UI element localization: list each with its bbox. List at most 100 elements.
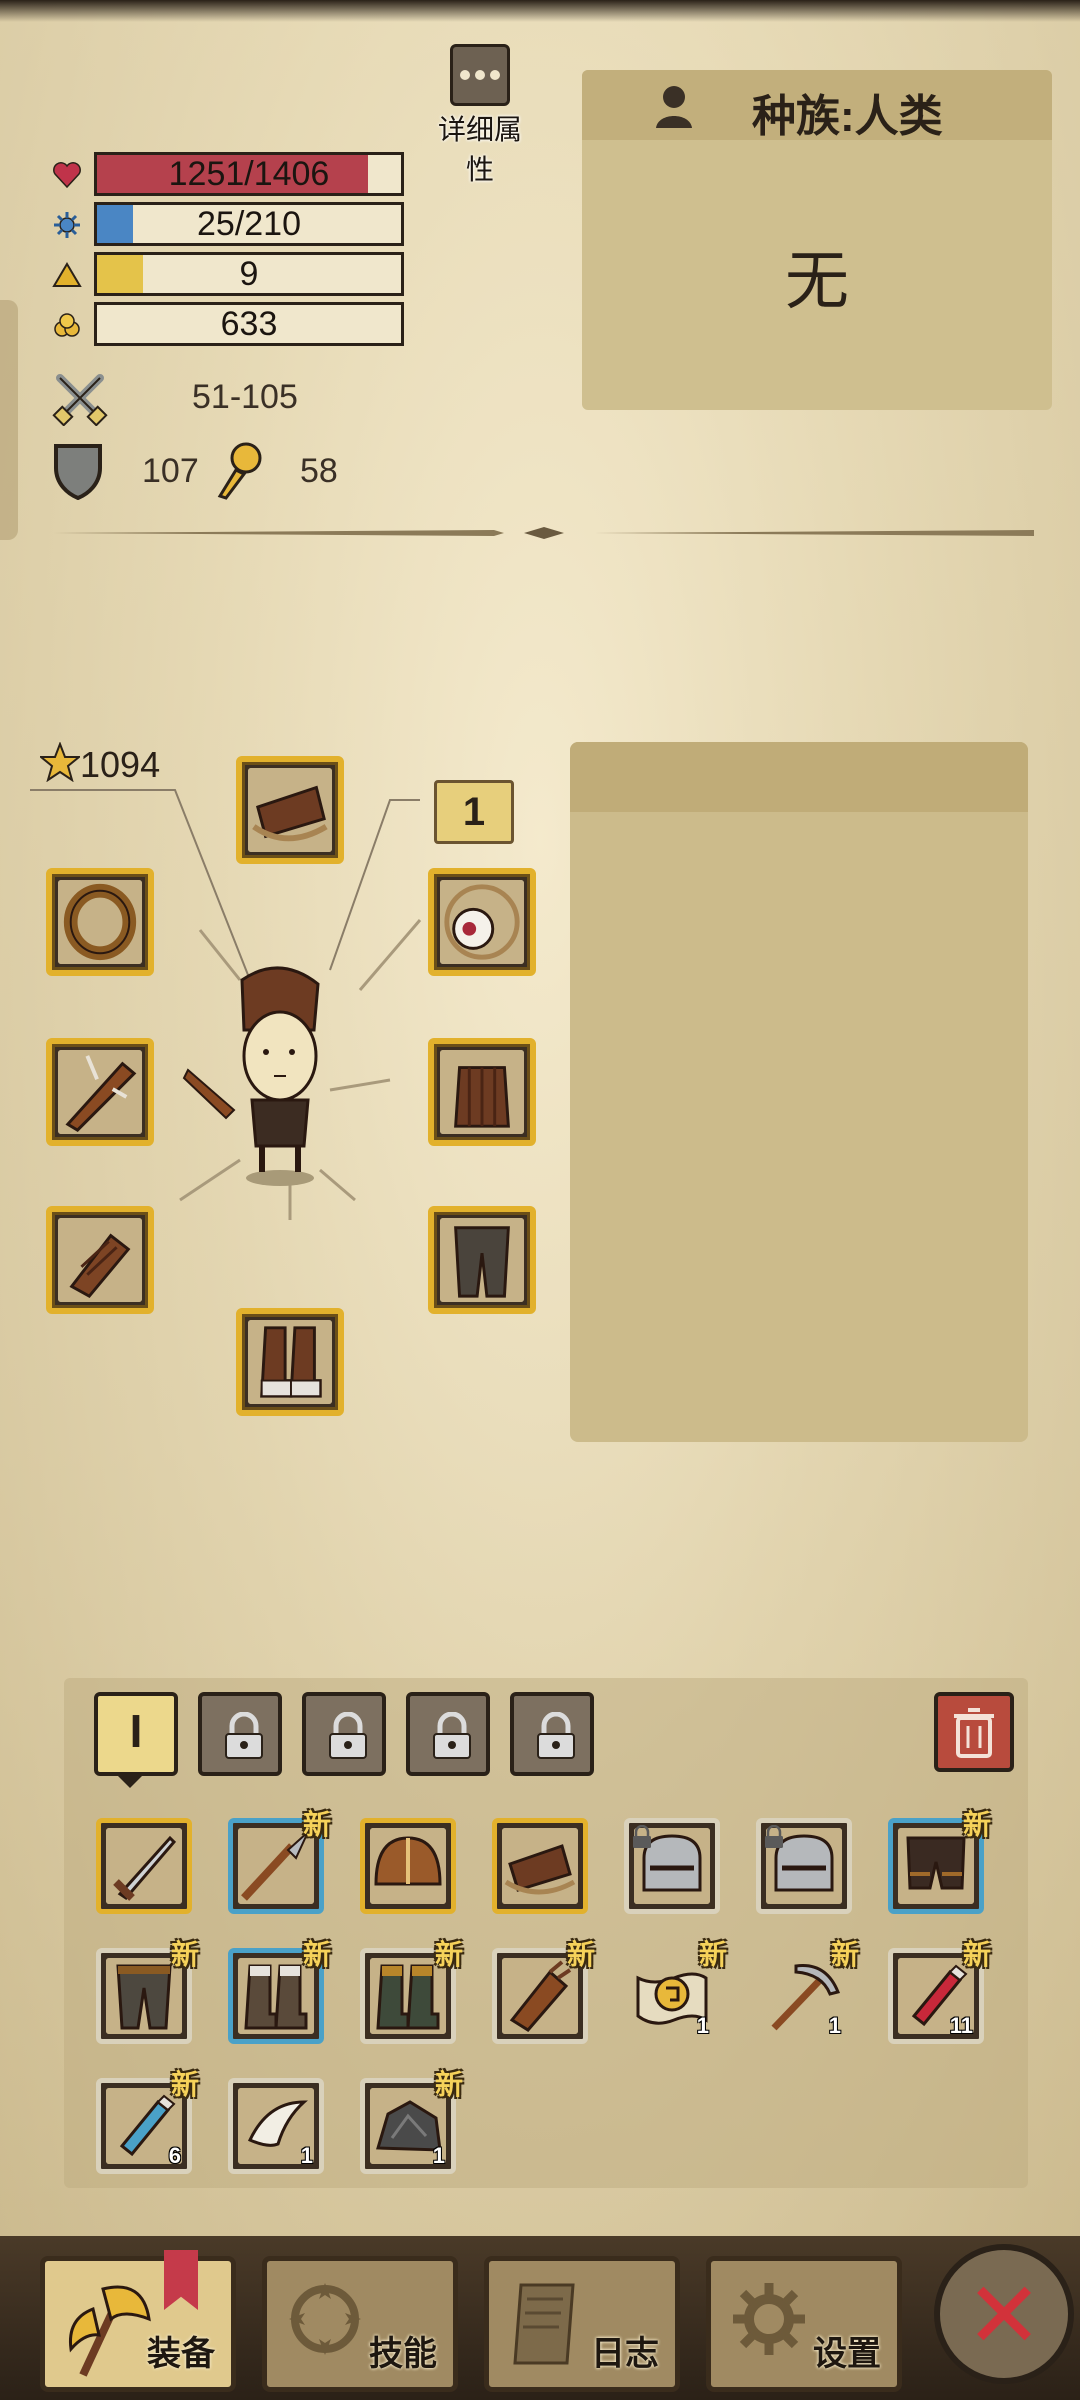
level-row: 9 bbox=[46, 252, 404, 296]
nav-skills-button[interactable]: 技能 bbox=[262, 2256, 458, 2392]
nav-equip-button[interactable]: 装备 bbox=[40, 2256, 236, 2392]
nav-settings-label: 设置 bbox=[813, 2335, 881, 2373]
inventory-item-shorts[interactable]: 新 bbox=[888, 1809, 991, 1914]
slot-weapon[interactable] bbox=[46, 1038, 154, 1146]
person-icon bbox=[656, 86, 692, 128]
lock-icon bbox=[633, 1825, 651, 1848]
more-dots-icon bbox=[450, 44, 510, 106]
character-avatar bbox=[182, 966, 320, 1186]
top-border bbox=[0, 0, 1080, 22]
leather-helmet-icon bbox=[248, 768, 332, 852]
lock-icon bbox=[433, 1712, 471, 1759]
wooden-armor-icon bbox=[440, 1050, 524, 1134]
hp-row: 1251/1406 bbox=[46, 152, 404, 196]
inventory-item-iron-helmet-locked[interactable] bbox=[624, 1818, 720, 1914]
slot-gloves[interactable] bbox=[46, 1206, 154, 1314]
inventory-tab-3-locked[interactable] bbox=[302, 1692, 386, 1776]
new-badge: 新 bbox=[566, 1939, 595, 1970]
inventory-item-sword[interactable] bbox=[96, 1818, 192, 1914]
inventory-item-pickaxe[interactable]: 新 1 bbox=[756, 1939, 859, 2044]
inventory-tab-1[interactable]: I bbox=[94, 1692, 178, 1776]
skill-rune-icon bbox=[289, 2283, 361, 2355]
leather-helmet-icon bbox=[502, 1828, 578, 1904]
new-badge: 新 bbox=[434, 2069, 463, 2100]
slot-head[interactable] bbox=[236, 756, 344, 864]
nav-log-button[interactable]: 日志 bbox=[484, 2256, 680, 2392]
inventory-item-pants[interactable]: 新 bbox=[96, 1939, 199, 2044]
inventory-item-red-potion[interactable]: 新 11 bbox=[888, 1939, 991, 2044]
level-value: 9 bbox=[239, 255, 259, 293]
hp-value: 1251/1406 bbox=[168, 155, 330, 193]
gold-value: 633 bbox=[220, 305, 278, 343]
sword-icon bbox=[106, 1828, 182, 1904]
section-divider bbox=[54, 527, 1034, 539]
wooden-ring-icon bbox=[58, 880, 142, 964]
active-tab-indicator bbox=[118, 1776, 142, 1788]
football-helmet-icon bbox=[370, 1828, 446, 1904]
inventory-item-helmet[interactable] bbox=[360, 1818, 456, 1914]
inventory-item-blue-potion[interactable]: 新 6 bbox=[96, 2069, 199, 2174]
crossed-swords-icon bbox=[52, 374, 108, 426]
inventory-item-iron-helmet-locked-2[interactable] bbox=[756, 1818, 852, 1914]
slot-ring[interactable] bbox=[46, 868, 154, 976]
inventory-item-gloves[interactable]: 新 bbox=[492, 1939, 595, 2044]
mana-row: 25/210 bbox=[46, 202, 404, 246]
inventory-item-scroll[interactable]: 新 1 bbox=[624, 1939, 727, 2044]
race-value: 无 bbox=[785, 245, 849, 317]
shield-icon bbox=[54, 444, 102, 500]
mana-value: 25/210 bbox=[197, 205, 301, 243]
inventory-item-armor-belt[interactable] bbox=[492, 1818, 588, 1914]
nav-skills-label: 技能 bbox=[369, 2335, 437, 2373]
slot-legs[interactable] bbox=[428, 1206, 536, 1314]
item-count: 1 bbox=[696, 2013, 709, 2038]
slot-chest[interactable] bbox=[428, 1038, 536, 1146]
item-count: 11 bbox=[949, 2013, 973, 2038]
inventory-item-tooth[interactable]: 1 bbox=[228, 2078, 324, 2174]
defense-row: 107 58 bbox=[52, 440, 372, 500]
nav-log-label: 日志 bbox=[591, 2335, 659, 2373]
inventory-item-boots[interactable]: 新 bbox=[360, 1939, 463, 2044]
lock-icon bbox=[329, 1712, 367, 1759]
inventory-tab-1-label: I bbox=[129, 1705, 143, 1757]
detail-attributes-button[interactable]: 详细属性 bbox=[430, 44, 530, 185]
new-badge: 新 bbox=[170, 2069, 199, 2100]
boots-icon bbox=[248, 1320, 332, 1404]
defense-value: 107 bbox=[142, 452, 199, 490]
new-badge: 新 bbox=[434, 1939, 463, 1970]
inventory-item-ore[interactable]: 新 1 bbox=[360, 2069, 463, 2174]
mana-bar: 25/210 bbox=[94, 202, 404, 246]
nav-equip-label: 装备 bbox=[147, 2335, 215, 2373]
lock-icon bbox=[765, 1825, 783, 1848]
lock-icon bbox=[225, 1712, 263, 1759]
level-bar: 9 bbox=[94, 252, 404, 296]
new-badge: 新 bbox=[830, 1939, 859, 1970]
trash-icon bbox=[954, 1708, 994, 1758]
nav-settings-button[interactable]: 设置 bbox=[706, 2256, 902, 2392]
attack-value: 51-105 bbox=[192, 378, 298, 416]
close-button[interactable]: ✕ bbox=[934, 2244, 1074, 2384]
detail-attributes-label: 详细属性 bbox=[437, 114, 522, 185]
slot-boots[interactable] bbox=[236, 1308, 344, 1416]
trash-button[interactable] bbox=[934, 1692, 1014, 1772]
inventory-tab-2-locked[interactable] bbox=[198, 1692, 282, 1776]
triangle-icon bbox=[52, 262, 82, 287]
inventory-item-spear[interactable]: 新 bbox=[228, 1809, 331, 1914]
spiked-club-icon bbox=[58, 1050, 142, 1134]
lock-icon bbox=[537, 1712, 575, 1759]
new-badge: 新 bbox=[302, 1939, 331, 1970]
hp-bar: 1251/1406 bbox=[94, 152, 404, 196]
close-icon: ✕ bbox=[965, 2265, 1043, 2367]
inventory-tab-4-locked[interactable] bbox=[406, 1692, 490, 1776]
left-edge-tab[interactable] bbox=[0, 300, 18, 540]
new-badge: 新 bbox=[170, 1939, 199, 1970]
inventory-item-boots-blue[interactable]: 新 bbox=[228, 1939, 331, 2044]
new-badge: 新 bbox=[698, 1939, 727, 1970]
magic-defense-value: 58 bbox=[300, 452, 338, 490]
gear-sparkle-icon bbox=[54, 212, 80, 238]
race-label: 种族:人类 bbox=[752, 92, 943, 141]
slot-amulet[interactable] bbox=[428, 868, 536, 976]
item-count: 6 bbox=[168, 2143, 181, 2168]
heart-icon bbox=[53, 162, 81, 189]
gold-row: 633 bbox=[46, 302, 404, 346]
inventory-tab-5-locked[interactable] bbox=[510, 1692, 594, 1776]
